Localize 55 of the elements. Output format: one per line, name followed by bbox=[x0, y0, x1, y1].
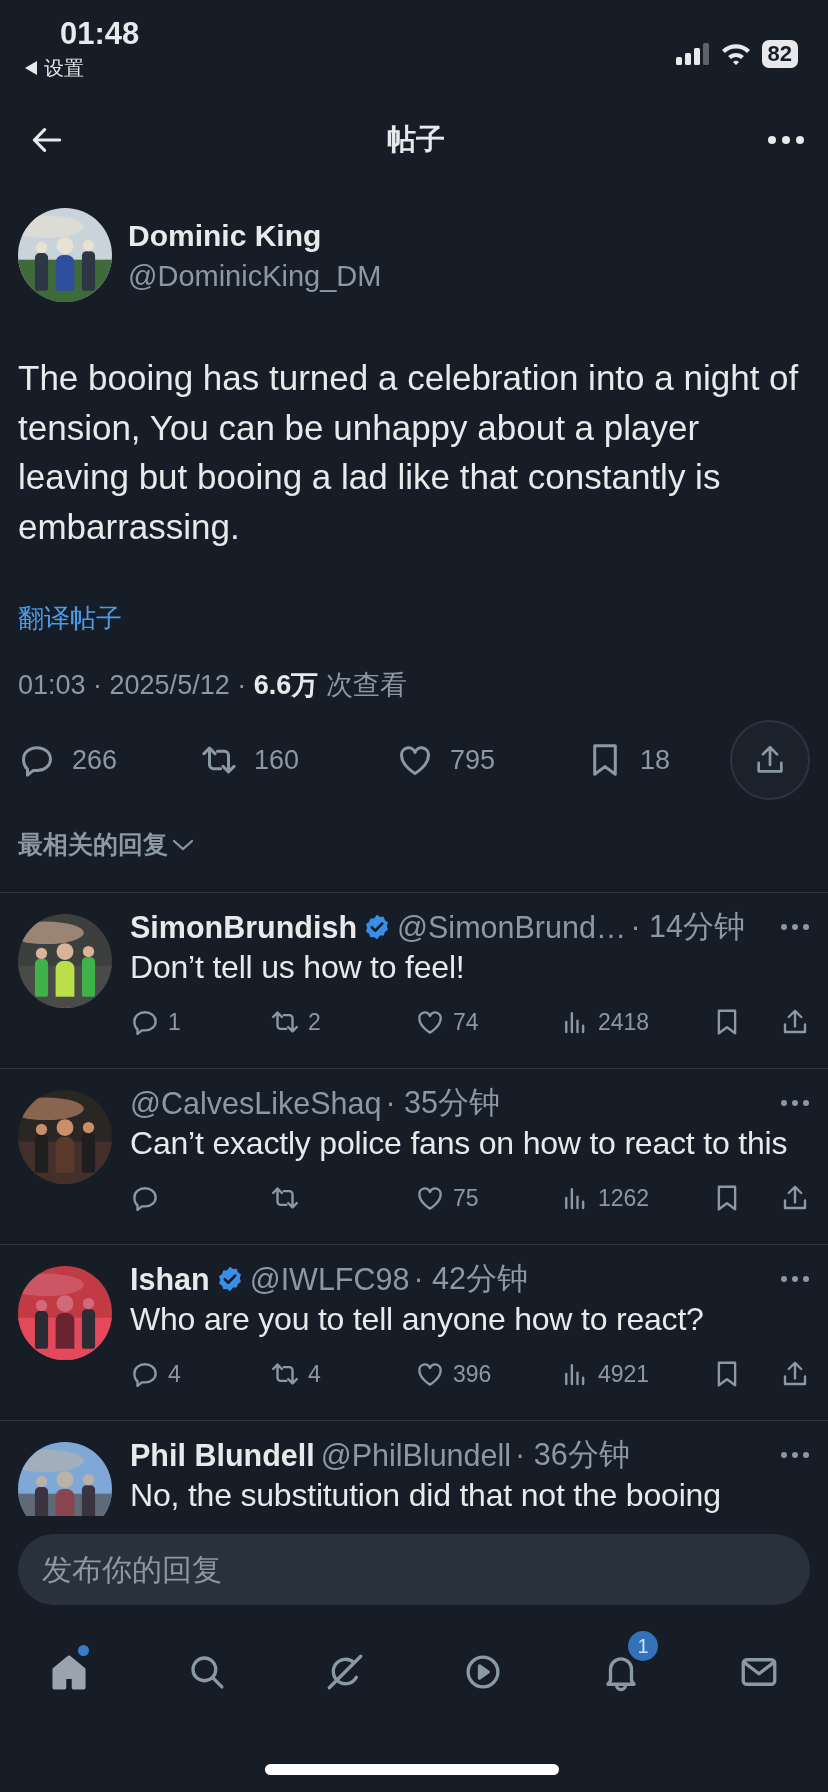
reply-handle[interactable]: @PhilBlundell bbox=[320, 1437, 512, 1473]
views-button[interactable]: 1262 bbox=[560, 1183, 708, 1213]
reply-handle[interactable]: @SimonBrund… bbox=[397, 909, 627, 945]
reply-text: No, the substitution did that not the booing bbox=[130, 1476, 722, 1515]
reply-handle[interactable]: @IWLFC98 bbox=[249, 1261, 410, 1297]
post-meta: 01:03 · 2025/5/12 · 6.6万 次查看 bbox=[18, 669, 408, 702]
post-text: The booing has turned a celebration into a night of tension, You can be unhappy about a player leaving but booing a lad like that constantly is embarrassing. bbox=[18, 357, 800, 548]
reply-time: · 36分钟 bbox=[515, 1435, 630, 1473]
more-icon bbox=[780, 923, 810, 931]
like-button[interactable]: 795 bbox=[396, 741, 586, 779]
like-button[interactable]: 396 bbox=[415, 1359, 560, 1389]
signal-icon bbox=[675, 43, 710, 65]
more-button[interactable] bbox=[780, 1099, 810, 1107]
reply-time: · 35分钟 bbox=[385, 1083, 500, 1121]
reply-text: Can’t exactly police fans on how to react to this bbox=[130, 1124, 789, 1163]
reply-time: · 42分钟 bbox=[413, 1259, 528, 1297]
reply-author-name[interactable]: Ishan bbox=[130, 1261, 210, 1297]
more-icon bbox=[780, 1275, 810, 1283]
more-button[interactable] bbox=[780, 923, 810, 931]
reply-text: Who are you to tell anyone how to react? bbox=[130, 1300, 705, 1339]
reply-author-name[interactable]: SimonBrundish bbox=[130, 909, 358, 945]
repost-button[interactable]: 160 bbox=[200, 741, 396, 779]
like-button[interactable]: 74 bbox=[415, 1007, 560, 1037]
more-icon bbox=[766, 134, 806, 146]
more-button[interactable] bbox=[766, 134, 806, 146]
reply-button[interactable]: 4 bbox=[130, 1359, 270, 1389]
status-time: 01:48 bbox=[60, 15, 140, 53]
translate-link[interactable]: 翻译帖子 bbox=[18, 600, 122, 636]
reply-input[interactable]: 发布你的回复 bbox=[18, 1534, 810, 1605]
repost-button[interactable]: 2 bbox=[270, 1007, 415, 1037]
repost-button[interactable]: 4 bbox=[270, 1359, 415, 1389]
author-name[interactable]: Dominic King bbox=[128, 216, 382, 256]
sort-dropdown[interactable]: 最相关的回复 bbox=[18, 828, 194, 861]
more-button[interactable] bbox=[780, 1275, 810, 1283]
reply-time: · 14分钟 bbox=[630, 907, 745, 945]
bookmark-button[interactable]: 18 bbox=[586, 741, 726, 779]
back-triangle-icon bbox=[24, 60, 38, 76]
page-title: 帖子 bbox=[387, 122, 445, 157]
more-icon bbox=[780, 1451, 810, 1459]
notifications-tab[interactable]: 1 bbox=[552, 1629, 690, 1699]
chevron-down-icon bbox=[172, 837, 194, 852]
author-handle[interactable]: @DominicKing_DM bbox=[128, 256, 382, 296]
more-button[interactable] bbox=[780, 1451, 810, 1459]
reply-author-name[interactable]: Phil Blundell bbox=[130, 1437, 315, 1473]
reply-text: Don’t tell us how to feel! bbox=[130, 948, 466, 987]
like-button[interactable]: 75 bbox=[415, 1183, 560, 1213]
views-button[interactable]: 2418 bbox=[560, 1007, 708, 1037]
notification-badge: 1 bbox=[628, 1631, 658, 1661]
views-button[interactable]: 4921 bbox=[560, 1359, 708, 1389]
reply-handle[interactable]: @CalvesLikeShaq bbox=[130, 1085, 382, 1121]
battery-level: 82 bbox=[761, 40, 798, 68]
reply-button[interactable]: 266 bbox=[18, 741, 200, 779]
more-icon bbox=[780, 1099, 810, 1107]
reply-button[interactable]: 1 bbox=[130, 1007, 270, 1037]
back-app-link[interactable]: 设置 bbox=[44, 54, 84, 82]
